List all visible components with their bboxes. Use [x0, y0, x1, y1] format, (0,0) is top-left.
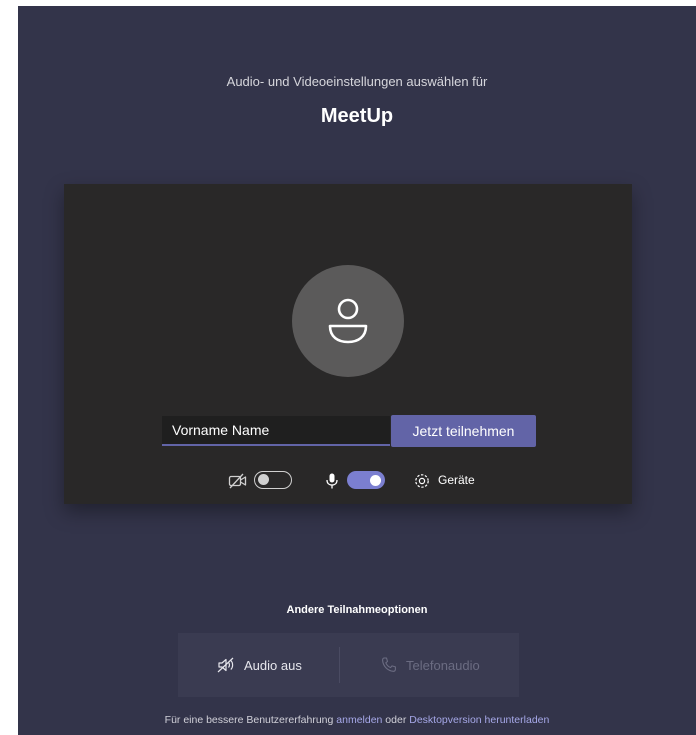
person-icon [328, 298, 368, 344]
microphone-icon[interactable] [322, 472, 342, 490]
meeting-title: MeetUp [320, 105, 394, 127]
video-preview-panel: Jetzt teilnehmen [64, 184, 632, 504]
other-options-heading: Andere Teilnahmeoptionen [286, 604, 428, 616]
video-toggle-knob [258, 474, 269, 485]
video-toggle[interactable] [254, 471, 292, 489]
pre-join-screen: Audio- und Videoeinstellungen auswählen … [18, 6, 696, 735]
video-off-icon[interactable] [228, 472, 248, 490]
footer-text: Für eine bessere Benutzererfahrung anmel… [18, 714, 696, 726]
desktop-version-link[interactable]: Desktopversion herunterladen [409, 714, 549, 726]
other-options-panel: Audio aus Telefonaudio [178, 633, 519, 697]
page-subtitle: Audio- und Videoeinstellungen auswählen … [226, 74, 488, 89]
phone-audio-button[interactable]: Telefonaudio [380, 633, 480, 697]
name-input[interactable] [162, 416, 390, 446]
join-now-button[interactable]: Jetzt teilnehmen [391, 415, 536, 447]
device-controls: Geräte [64, 469, 632, 493]
gear-icon[interactable] [412, 472, 432, 490]
microphone-toggle-knob [370, 474, 381, 486]
footer-text-before: Für eine bessere Benutzererfahrung [164, 714, 337, 726]
phone-icon [382, 657, 396, 672]
avatar [292, 265, 404, 377]
options-divider [339, 647, 340, 683]
phone-audio-label: Telefonaudio [406, 657, 480, 673]
footer-text-middle: oder [382, 714, 410, 726]
microphone-toggle[interactable] [347, 471, 385, 489]
devices-button[interactable]: Geräte [438, 473, 475, 487]
speaker-off-icon [217, 657, 234, 673]
audio-off-label: Audio aus [244, 657, 302, 673]
sign-in-link[interactable]: anmelden [336, 714, 382, 726]
audio-off-button[interactable]: Audio aus [216, 633, 302, 697]
